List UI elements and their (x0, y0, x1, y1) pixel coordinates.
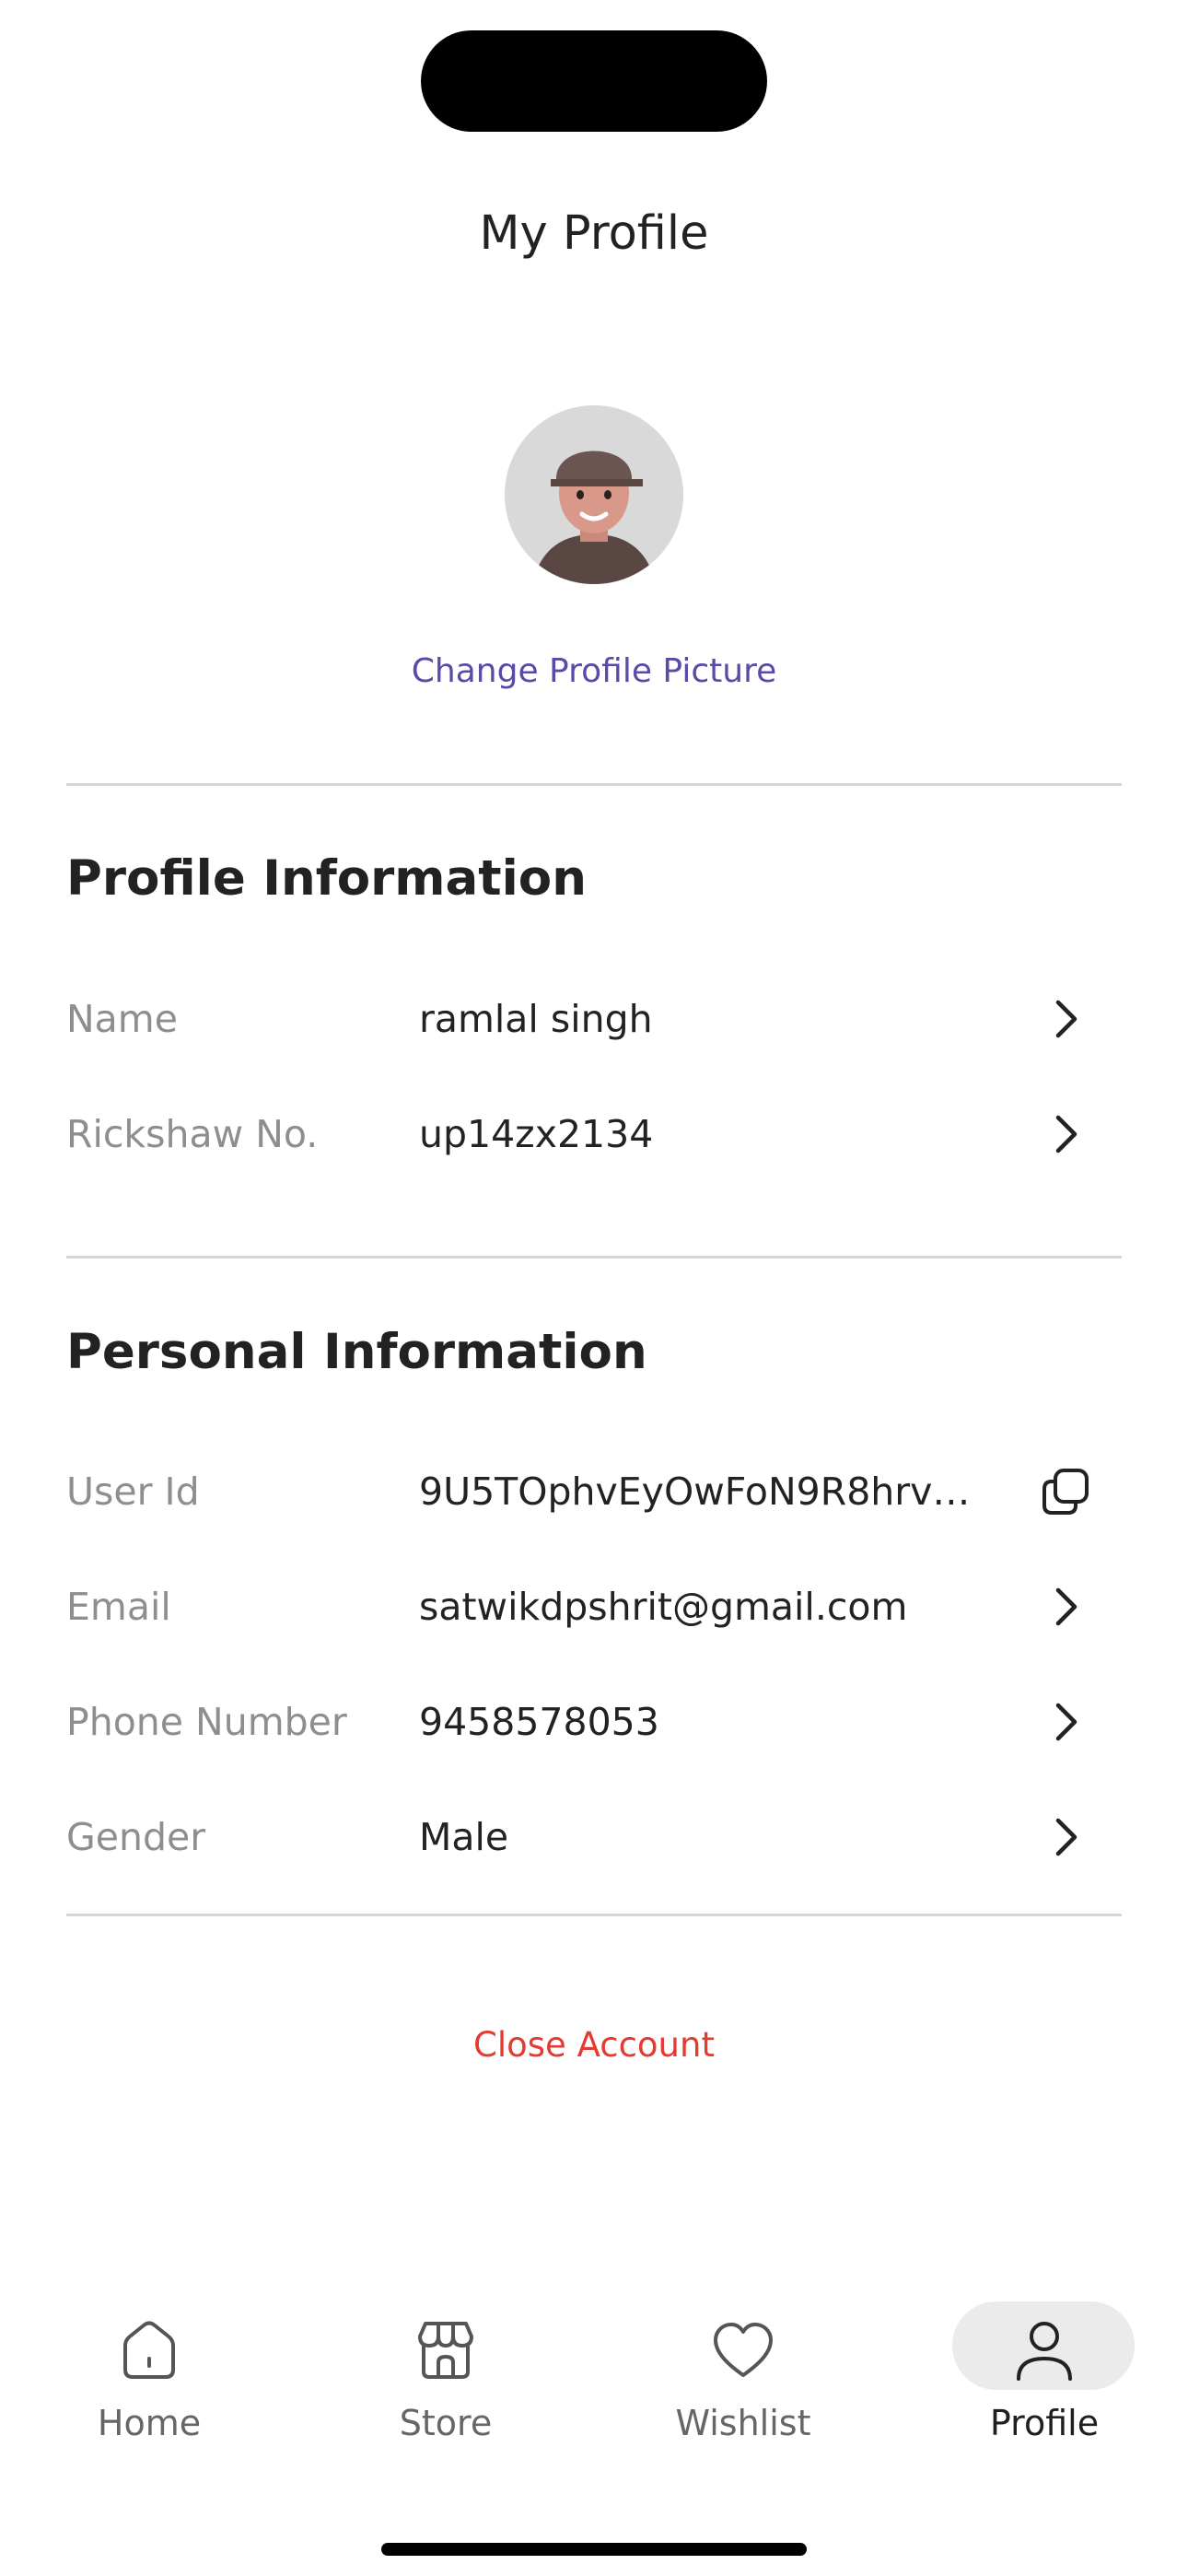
personal-information-heading: Personal Information (66, 1324, 647, 1380)
divider (66, 1256, 1122, 1259)
profile-avatar[interactable] (505, 405, 683, 584)
row-value: ramlal singh (419, 997, 653, 1041)
tab-profile[interactable]: Profile (952, 2285, 1136, 2469)
chevron-right-icon[interactable] (1036, 1692, 1095, 1751)
profile-information-heading: Profile Information (66, 850, 587, 907)
personal-row-gender[interactable]: Gender Male (0, 1791, 1188, 1883)
row-value: 9U5TOphvEyOwFoN9R8hrvU... (419, 1469, 995, 1514)
personal-row-user-id[interactable]: User Id 9U5TOphvEyOwFoN9R8hrvU... (0, 1446, 1188, 1538)
chevron-right-icon[interactable] (1036, 989, 1095, 1048)
page-title: My Profile (479, 206, 709, 261)
chevron-right-icon[interactable] (1036, 1105, 1095, 1164)
tab-label: Profile (989, 2403, 1100, 2443)
row-value: 9458578053 (419, 1700, 659, 1744)
personal-row-phone[interactable]: Phone Number 9458578053 (0, 1676, 1188, 1768)
row-label: User Id (66, 1469, 200, 1514)
profile-row-name[interactable]: Name ramlal singh (0, 973, 1188, 1065)
chevron-right-icon[interactable] (1036, 1808, 1095, 1867)
heart-icon (706, 2313, 780, 2386)
row-value: Male (419, 1815, 509, 1859)
row-value: up14zx2134 (419, 1112, 654, 1156)
personal-row-email[interactable]: Email satwikdpshrit@gmail.com (0, 1561, 1188, 1653)
tab-home[interactable]: Home (57, 2285, 241, 2469)
divider (66, 783, 1122, 786)
tab-label: Store (399, 2403, 493, 2443)
tab-label: Wishlist (675, 2403, 811, 2443)
row-label: Gender (66, 1815, 206, 1859)
row-label: Name (66, 997, 178, 1041)
tab-store[interactable]: Store (354, 2285, 538, 2469)
tab-label: Home (97, 2403, 202, 2443)
row-label: Rickshaw No. (66, 1112, 319, 1156)
tab-wishlist[interactable]: Wishlist (651, 2285, 835, 2469)
change-profile-picture-link[interactable]: Change Profile Picture (0, 652, 1188, 690)
user-icon (1007, 2313, 1081, 2386)
chevron-right-icon[interactable] (1036, 1577, 1095, 1636)
home-icon (112, 2313, 186, 2386)
dynamic-island (421, 30, 767, 132)
avatar-image (505, 405, 683, 584)
store-icon (409, 2313, 483, 2386)
divider (66, 1914, 1122, 1916)
close-account-button[interactable]: Close Account (0, 2025, 1188, 2065)
home-indicator (381, 2543, 807, 2556)
row-label: Email (66, 1585, 171, 1629)
profile-row-rickshaw[interactable]: Rickshaw No. up14zx2134 (0, 1088, 1188, 1180)
copy-icon[interactable] (1036, 1462, 1095, 1521)
row-value: satwikdpshrit@gmail.com (419, 1585, 908, 1629)
bottom-tab-bar: Home Store Wishlist Profile (0, 2285, 1188, 2469)
row-label: Phone Number (66, 1700, 347, 1744)
